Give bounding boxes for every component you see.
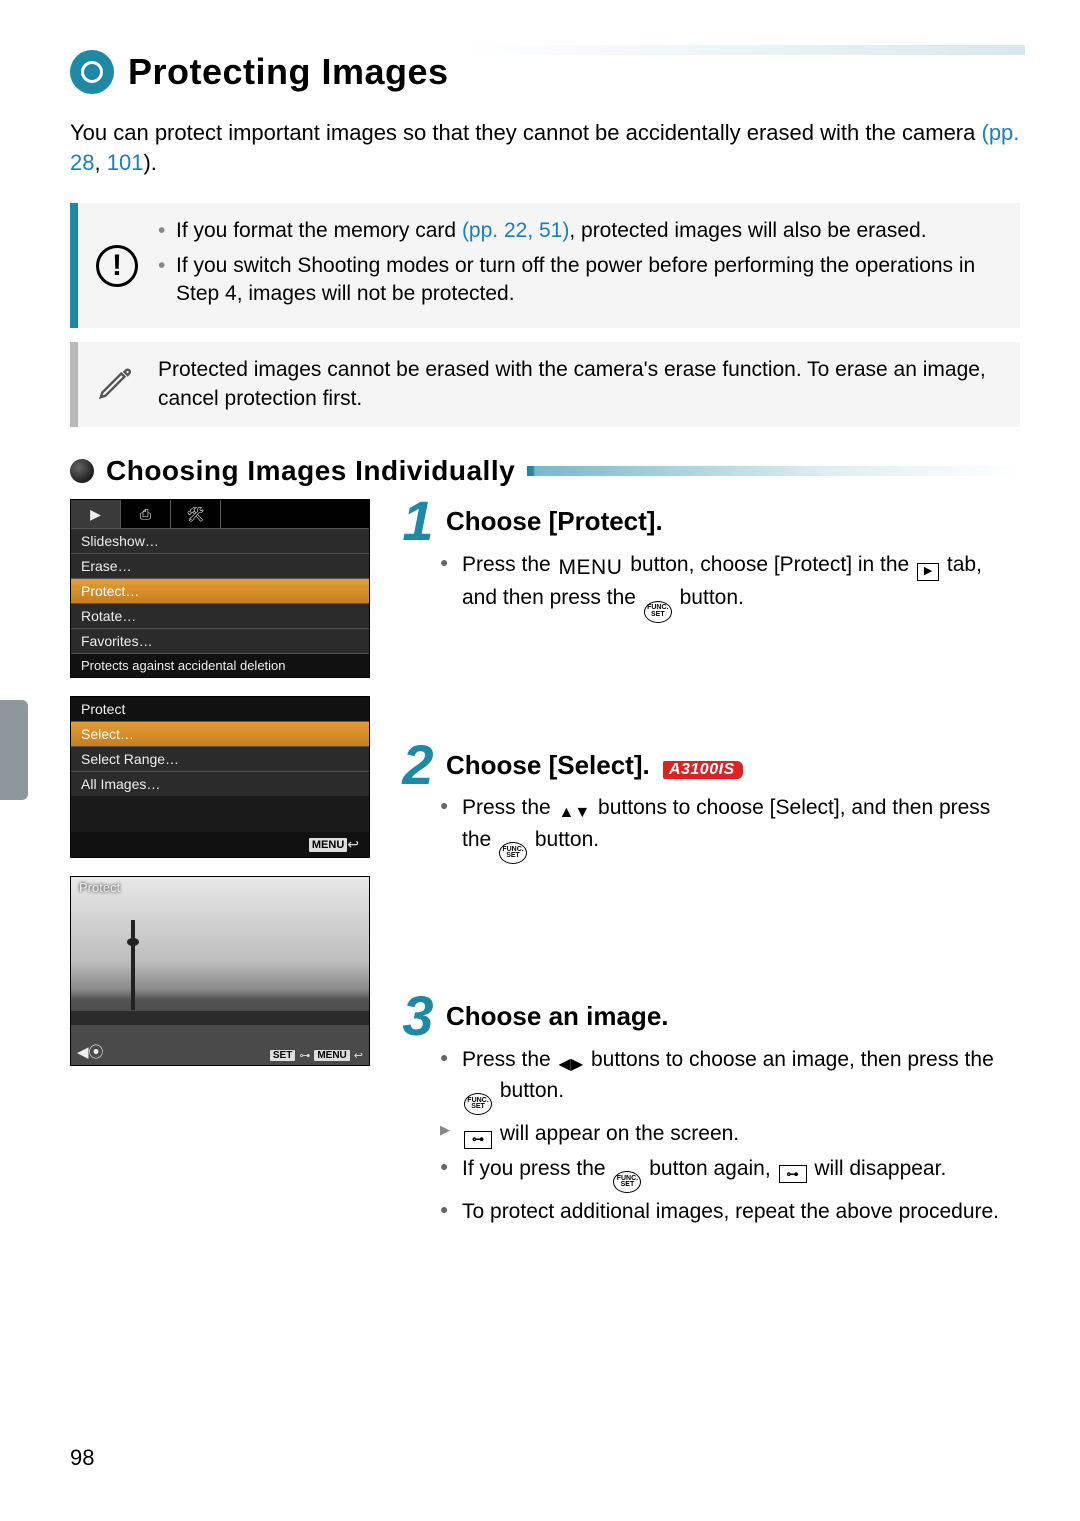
camera-screen-image: Protect ◀⦿ SET ⊶ MENU ↩ — [70, 876, 370, 1066]
menu-item: Erase… — [71, 553, 369, 578]
step-bullet: Press the ◀▶ buttons to choose an image,… — [440, 1045, 1020, 1115]
step-number: 1 — [398, 499, 438, 544]
up-down-arrows-icon: ▲▼ — [559, 801, 591, 824]
step-title: Choose [Select]. A3100IS — [446, 750, 743, 781]
warning-item: If you switch Shooting modes or turn off… — [158, 252, 1000, 309]
steps-column: 1 Choose [Protect]. Press the MENU butto… — [398, 499, 1020, 1287]
step-result: ⊶ will appear on the screen. — [440, 1119, 1020, 1149]
title-bullet-icon — [70, 50, 114, 94]
warning-icon: ! — [96, 245, 138, 287]
screenshot-column: ▶ ⎙ 🛠 Slideshow… Erase… Protect… Rotate…… — [70, 499, 370, 1287]
intro-text: You can protect important images so that… — [70, 120, 982, 145]
step-bullet: Press the MENU button, choose [Protect] … — [440, 550, 1020, 623]
subheading: Choosing Images Individually — [106, 455, 515, 487]
intro-paragraph: You can protect important images so that… — [70, 118, 1020, 177]
step-bullet: To protect additional images, repeat the… — [440, 1197, 1020, 1227]
menu-back-badge: MENU — [309, 838, 347, 852]
step-bullet: Press the ▲▼ buttons to choose [Select],… — [440, 793, 1020, 863]
page-number: 98 — [70, 1445, 94, 1471]
menu-item: Select Range… — [71, 746, 369, 771]
warning-callout: ! If you format the memory card (pp. 22,… — [70, 203, 1020, 328]
step-1: 1 Choose [Protect]. Press the MENU butto… — [398, 499, 1020, 623]
tab-playback: ▶ — [71, 500, 121, 528]
menu-item: Favorites… — [71, 628, 369, 653]
pencil-icon — [96, 364, 138, 406]
set-badge: SET — [270, 1050, 295, 1061]
model-badge: A3100IS — [663, 761, 743, 779]
camera-screen-protect-menu: Protect Select… Select Range… All Images… — [70, 696, 370, 858]
step-number: 2 — [398, 743, 438, 788]
func-set-button-icon: FUNC.SET — [464, 1093, 492, 1115]
screen-title: Protect — [81, 701, 125, 717]
note-callout: Protected images cannot be erased with t… — [70, 342, 1020, 427]
menu-item: Slideshow… — [71, 528, 369, 553]
sub-bullet-icon — [70, 459, 94, 483]
menu-help-text: Protects against accidental deletion — [71, 653, 369, 677]
menu-badge: MENU — [314, 1050, 349, 1061]
protect-key-icon: ⊶ — [779, 1165, 807, 1183]
warning-item: If you format the memory card (pp. 22, 5… — [158, 217, 1000, 245]
subheading-row: Choosing Images Individually — [70, 455, 1020, 487]
step-3: 3 Choose an image. Press the ◀▶ buttons … — [398, 994, 1020, 1227]
menu-item: All Images… — [71, 771, 369, 796]
menu-button-label: MENU — [559, 553, 623, 583]
menu-item: Rotate… — [71, 603, 369, 628]
header-gradient — [465, 45, 1025, 55]
step-title: Choose [Protect]. — [446, 506, 663, 537]
menu-item-selected: Protect… — [71, 578, 369, 603]
page-side-tab — [0, 700, 28, 800]
protect-key-icon: ⊶ — [464, 1131, 492, 1149]
page-title: Protecting Images — [128, 51, 449, 93]
left-right-arrows-icon: ◀▶ — [559, 1053, 584, 1076]
func-set-button-icon: FUNC.SET — [613, 1171, 641, 1193]
step-bullet: If you press the FUNC.SET button again, … — [440, 1154, 1020, 1193]
camera-screen-menu: ▶ ⎙ 🛠 Slideshow… Erase… Protect… Rotate…… — [70, 499, 370, 678]
tab-tools: 🛠 — [171, 500, 221, 528]
playback-tab-icon: ▶ — [917, 563, 939, 581]
note-text: Protected images cannot be erased with t… — [158, 356, 1000, 413]
menu-item-selected: Select… — [71, 721, 369, 746]
func-set-button-icon: FUNC.SET — [644, 601, 672, 623]
step-2: 2 Choose [Select]. A3100IS Press the ▲▼ … — [398, 743, 1020, 864]
screen-title: Protect — [79, 880, 120, 895]
func-set-button-icon: FUNC.SET — [499, 842, 527, 864]
nav-left-icon: ◀⦿ — [77, 1041, 104, 1062]
tab-print: ⎙ — [121, 500, 171, 528]
sub-rule — [527, 466, 1020, 476]
page-title-row: Protecting Images — [70, 50, 1020, 94]
step-title: Choose an image. — [446, 1001, 669, 1032]
page-ref-link[interactable]: 101 — [107, 150, 144, 175]
page-ref-link[interactable]: (pp. 22, 51) — [462, 219, 569, 242]
step-number: 3 — [398, 994, 438, 1039]
